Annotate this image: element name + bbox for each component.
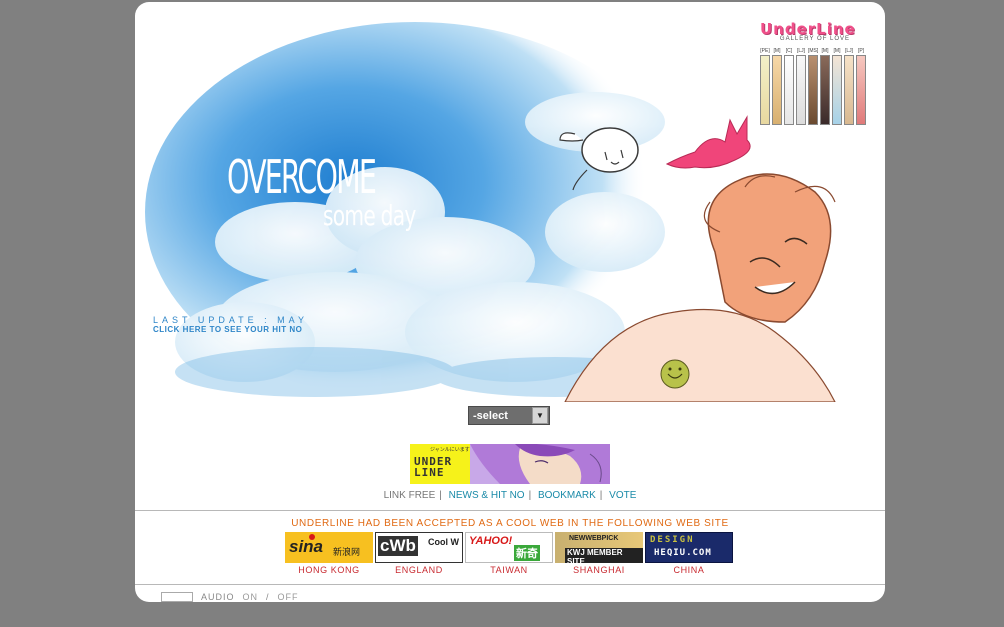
link-bar: LINK FREE | NEWS & HIT NO | BOOKMARK | VOTE: [383, 490, 637, 501]
character-thumb[interactable]: [P]: [856, 48, 866, 125]
site-taiwan[interactable]: YAHOO! 新奇 TAIWAN: [465, 532, 553, 575]
site-label: HONG KONG: [298, 565, 360, 575]
character-thumb[interactable]: [M]: [832, 48, 842, 125]
yahoo-logo: YAHOO! 新奇: [465, 532, 553, 563]
cwb-logo: cWb Cool W: [375, 532, 463, 563]
character-thumb[interactable]: [M]: [820, 48, 830, 125]
pink-creature: [665, 115, 751, 169]
cool-site-list: sina 新浪网 HONG KONG cWb Cool W ENGLAND YA…: [285, 532, 733, 575]
site-label: CHINA: [673, 565, 705, 575]
chevron-down-icon[interactable]: ▼: [532, 407, 548, 424]
hit-number-link[interactable]: CLICK HERE TO SEE YOUR HIT NO: [153, 325, 302, 334]
site-label: ENGLAND: [395, 565, 443, 575]
sina-logo: sina 新浪网: [285, 532, 373, 563]
character-label: [M]: [833, 48, 841, 54]
site-label: SHANGHAI: [573, 565, 625, 575]
audio-control: AUDIO ON / OFF: [161, 592, 299, 602]
speaker-icon: [161, 592, 193, 602]
headline-some-day: some day: [323, 199, 416, 232]
character-label: [LJ]: [796, 48, 806, 54]
character-label: [M]: [773, 48, 781, 54]
divider: [135, 584, 885, 585]
character-thumb[interactable]: [M]: [772, 48, 782, 125]
underline-logo[interactable]: UnderLine GALLERY OF LOVE: [760, 20, 870, 42]
navigation-select[interactable]: -select ▼: [468, 406, 550, 425]
audio-label: AUDIO: [201, 592, 235, 602]
hero-artwork: UnderLine GALLERY OF LOVE [PE] [M] [C] […: [135, 2, 885, 402]
audio-on-button[interactable]: ON: [243, 592, 259, 602]
page-frame: UnderLine GALLERY OF LOVE [PE] [M] [C] […: [135, 2, 885, 602]
character-thumb[interactable]: [MS]: [808, 48, 818, 125]
audio-off-button[interactable]: OFF: [278, 592, 299, 602]
character-label: [P]: [857, 48, 865, 54]
character-gallery: [PE] [M] [C] [LJ] [MS] [M] [M] [LJ] [P]: [760, 48, 866, 125]
divider: [135, 510, 885, 511]
banner-jp-text: ジャンルにいます: [430, 447, 470, 453]
site-china[interactable]: DESIGN HEQIU.COM CHINA: [645, 532, 733, 575]
underline-banner[interactable]: ジャンルにいます UNDER LINE: [410, 444, 610, 484]
audio-separator: /: [266, 592, 270, 602]
banner-text: UNDER LINE: [414, 456, 452, 478]
character-label: [MS]: [808, 48, 819, 54]
newwebpick-logo: NEWWEBPICK KWJ MEMBER SITE: [555, 532, 643, 563]
site-label: TAIWAN: [490, 565, 528, 575]
cool-web-notice: UNDERLINE HAD BEEN ACCEPTED AS A COOL WE…: [291, 518, 729, 529]
character-label: [PE]: [760, 48, 770, 54]
last-update-text: LAST UPDATE : MAY: [153, 315, 309, 325]
character-thumb[interactable]: [PE]: [760, 48, 770, 125]
select-value: -select: [473, 409, 508, 422]
character-thumb[interactable]: [LJ]: [796, 48, 806, 125]
link-free-text: LINK FREE: [383, 490, 436, 501]
site-shanghai[interactable]: NEWWEBPICK KWJ MEMBER SITE SHANGHAI: [555, 532, 643, 575]
bookmark-link[interactable]: BOOKMARK: [538, 490, 596, 501]
site-hong-kong[interactable]: sina 新浪网 HONG KONG: [285, 532, 373, 575]
character-label: [M]: [821, 48, 829, 54]
character-label: [LJ]: [844, 48, 854, 54]
character-thumb[interactable]: [LJ]: [844, 48, 854, 125]
vote-link[interactable]: VOTE: [609, 490, 636, 501]
site-england[interactable]: cWb Cool W ENGLAND: [375, 532, 463, 575]
news-hit-link[interactable]: NEWS & HIT NO: [449, 490, 525, 501]
banner-text-line2: LINE: [414, 466, 445, 479]
character-label: [C]: [785, 48, 793, 54]
headline-overcome: OVERCOME: [227, 150, 377, 204]
heqiu-logo: DESIGN HEQIU.COM: [645, 532, 733, 563]
character-thumb[interactable]: [C]: [784, 48, 794, 125]
